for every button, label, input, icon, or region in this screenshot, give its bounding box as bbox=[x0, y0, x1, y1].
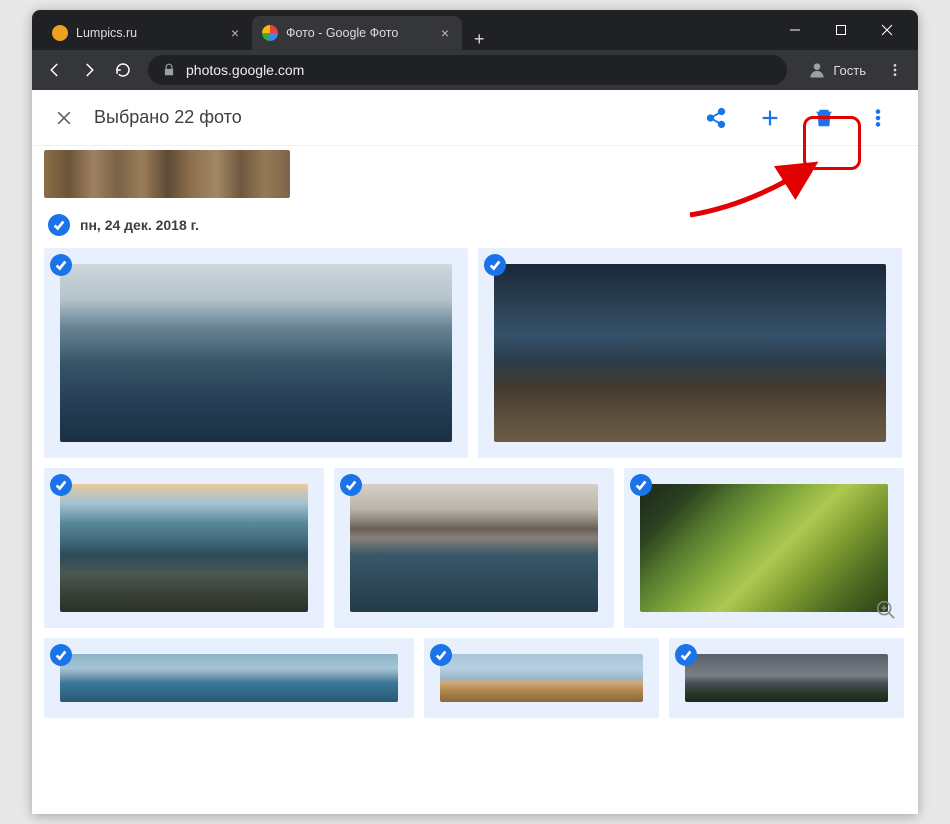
share-icon bbox=[705, 107, 727, 129]
photo-row-prev bbox=[44, 150, 906, 198]
close-icon[interactable]: × bbox=[438, 26, 452, 40]
photo-thumbnail[interactable] bbox=[478, 248, 902, 458]
close-window-button[interactable] bbox=[864, 10, 910, 50]
more-options-button[interactable] bbox=[858, 98, 898, 138]
titlebar: Lumpics.ru × Фото - Google Фото × + bbox=[32, 10, 918, 50]
photo-image bbox=[440, 654, 643, 702]
check-icon[interactable] bbox=[484, 254, 506, 276]
selection-appbar: Выбрано 22 фото bbox=[32, 90, 918, 146]
profile-button[interactable]: Гость bbox=[797, 56, 876, 84]
date-label: пн, 24 дек. 2018 г. bbox=[80, 217, 199, 233]
tab-google-photos[interactable]: Фото - Google Фото × bbox=[252, 16, 462, 50]
profile-label: Гость bbox=[833, 63, 866, 78]
check-icon[interactable] bbox=[50, 474, 72, 496]
photo-row-1 bbox=[44, 248, 906, 458]
person-icon bbox=[807, 60, 827, 80]
add-to-button[interactable] bbox=[750, 98, 790, 138]
reload-button[interactable] bbox=[108, 55, 138, 85]
selection-count: Выбрано 22 фото bbox=[94, 107, 678, 128]
check-icon[interactable] bbox=[50, 644, 72, 666]
browser-window: Lumpics.ru × Фото - Google Фото × + phot… bbox=[32, 10, 918, 814]
photo-row-2 bbox=[44, 468, 906, 628]
photo-thumbnail[interactable] bbox=[44, 248, 468, 458]
trash-icon bbox=[813, 107, 835, 129]
close-icon bbox=[54, 108, 74, 128]
tab-strip: Lumpics.ru × Фото - Google Фото × + bbox=[32, 10, 772, 50]
photo-image bbox=[60, 654, 398, 702]
window-controls bbox=[772, 10, 918, 50]
tab-title: Lumpics.ru bbox=[76, 26, 220, 40]
share-button[interactable] bbox=[696, 98, 736, 138]
photo-image bbox=[60, 484, 308, 612]
toolbar: photos.google.com Гость bbox=[32, 50, 918, 90]
dots-vertical-icon bbox=[887, 62, 903, 78]
photo-row-3 bbox=[44, 638, 906, 718]
appbar-actions bbox=[696, 98, 898, 138]
back-button[interactable] bbox=[40, 55, 70, 85]
delete-button[interactable] bbox=[804, 98, 844, 138]
photo-image bbox=[60, 264, 452, 442]
magnify-plus-icon bbox=[872, 596, 900, 624]
check-icon[interactable] bbox=[50, 254, 72, 276]
tab-title: Фото - Google Фото bbox=[286, 26, 430, 40]
photo-image bbox=[350, 484, 598, 612]
dots-vertical-icon bbox=[867, 107, 889, 129]
new-tab-button[interactable]: + bbox=[462, 29, 497, 50]
date-group-header[interactable]: пн, 24 дек. 2018 г. bbox=[44, 204, 906, 248]
check-icon bbox=[48, 214, 70, 236]
check-icon[interactable] bbox=[630, 474, 652, 496]
favicon-lumpics bbox=[52, 25, 68, 41]
photo-thumbnail[interactable] bbox=[624, 468, 904, 628]
deselect-button[interactable] bbox=[52, 106, 76, 130]
minimize-button[interactable] bbox=[772, 10, 818, 50]
plus-icon bbox=[759, 107, 781, 129]
browser-menu-button[interactable] bbox=[880, 55, 910, 85]
photo-image bbox=[685, 654, 888, 702]
favicon-gphotos bbox=[262, 25, 278, 41]
photo-thumbnail[interactable] bbox=[44, 638, 414, 718]
photo-thumbnail[interactable] bbox=[424, 638, 659, 718]
lock-icon bbox=[162, 63, 176, 77]
check-icon[interactable] bbox=[675, 644, 697, 666]
photo-image bbox=[494, 264, 886, 442]
maximize-button[interactable] bbox=[818, 10, 864, 50]
photo-thumbnail[interactable] bbox=[44, 150, 290, 198]
tab-lumpics[interactable]: Lumpics.ru × bbox=[42, 16, 252, 50]
photo-thumbnail[interactable] bbox=[334, 468, 614, 628]
photo-image bbox=[640, 484, 888, 612]
photo-image bbox=[44, 150, 290, 198]
url-text: photos.google.com bbox=[186, 62, 304, 78]
address-bar[interactable]: photos.google.com bbox=[148, 55, 787, 85]
page-content: Выбрано 22 фото bbox=[32, 90, 918, 814]
check-icon[interactable] bbox=[430, 644, 452, 666]
forward-button[interactable] bbox=[74, 55, 104, 85]
close-icon[interactable]: × bbox=[228, 26, 242, 40]
photo-grid: пн, 24 дек. 2018 г. bbox=[32, 146, 918, 722]
photo-thumbnail[interactable] bbox=[669, 638, 904, 718]
photo-thumbnail[interactable] bbox=[44, 468, 324, 628]
check-icon[interactable] bbox=[340, 474, 362, 496]
